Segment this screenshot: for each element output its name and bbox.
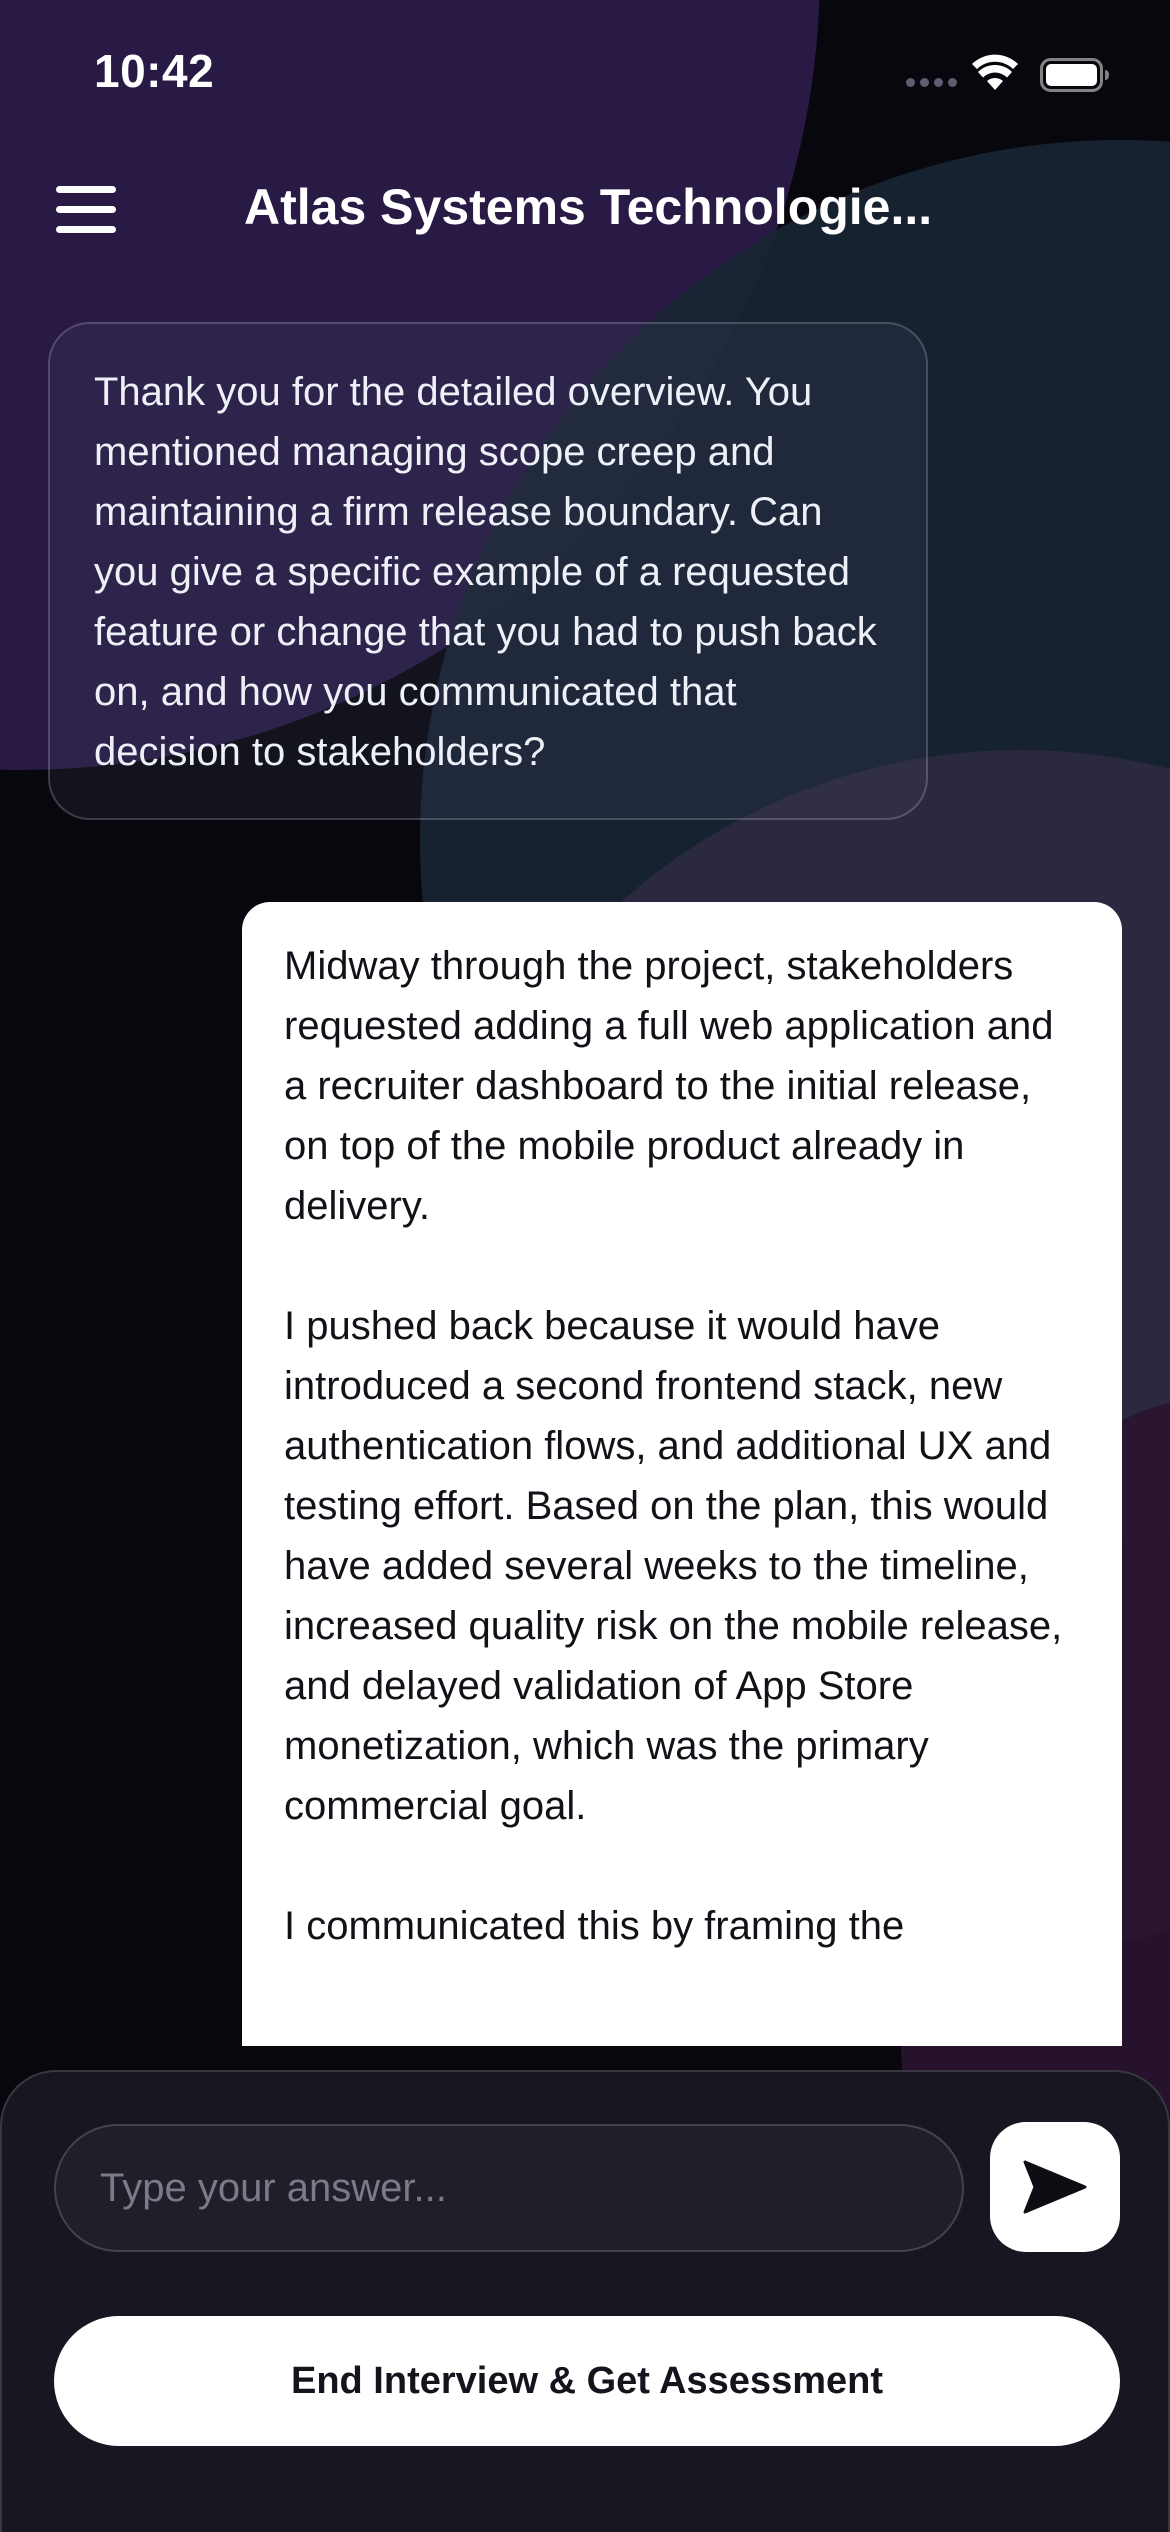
top-bar: Atlas Systems Technologie... bbox=[0, 160, 1170, 260]
composer-panel: End Interview & Get Assessment bbox=[0, 2070, 1170, 2532]
cellular-signal-icon bbox=[906, 78, 960, 88]
send-arrow-icon bbox=[1023, 2160, 1087, 2214]
status-time: 10:42 bbox=[94, 45, 215, 97]
status-bar: 10:42 bbox=[0, 0, 1170, 150]
interviewer-message: Thank you for the detailed overview. You… bbox=[48, 322, 928, 820]
page-title: Atlas Systems Technologie... bbox=[244, 179, 933, 235]
send-button[interactable] bbox=[990, 2122, 1120, 2252]
battery-icon bbox=[1040, 58, 1109, 92]
candidate-message: Midway through the project, stakeholders… bbox=[242, 902, 1122, 2046]
chat-transcript[interactable]: Thank you for the detailed overview. You… bbox=[0, 300, 1170, 2046]
hamburger-menu-icon[interactable] bbox=[56, 186, 118, 234]
wifi-icon bbox=[972, 54, 1018, 90]
end-interview-button[interactable]: End Interview & Get Assessment bbox=[54, 2316, 1120, 2446]
answer-input[interactable] bbox=[54, 2124, 964, 2252]
